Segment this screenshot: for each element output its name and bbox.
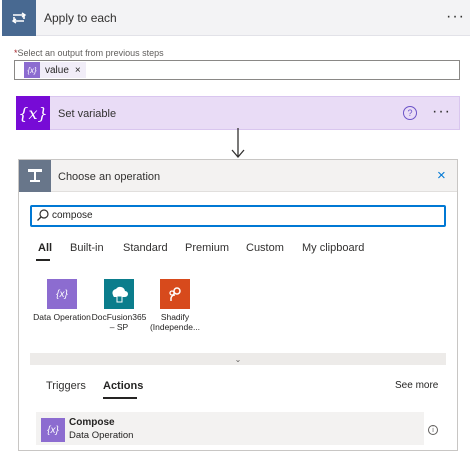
active-tab-indicator (103, 397, 137, 399)
tab-premium[interactable]: Premium (185, 242, 229, 254)
help-icon[interactable]: ? (403, 106, 417, 120)
search-value: compose (52, 210, 93, 221)
connector-docfusion[interactable]: DocFusion365 – SP (89, 279, 149, 332)
connector-label: DocFusion365 – SP (91, 312, 147, 332)
data-operation-icon: {x} (47, 279, 77, 309)
tab-standard[interactable]: Standard (123, 242, 168, 254)
loop-icon (2, 0, 36, 36)
tab-actions[interactable]: Actions (103, 380, 143, 392)
search-icon (37, 209, 49, 221)
shadify-icon (160, 279, 190, 309)
info-icon[interactable]: i (428, 425, 438, 435)
close-button[interactable]: × (437, 167, 446, 184)
data-operation-icon: {x} (41, 418, 65, 442)
set-variable-title: Set variable (58, 108, 117, 120)
active-tab-indicator (36, 259, 50, 261)
docfusion-icon (104, 279, 134, 309)
connector-label: Data Operation (33, 312, 91, 322)
see-more-link[interactable]: See more (395, 380, 438, 391)
operation-icon (19, 160, 51, 192)
tab-built-in[interactable]: Built-in (70, 242, 104, 254)
dynamic-content-token[interactable]: {x} value × (24, 62, 86, 78)
more-options-button[interactable]: ··· (432, 103, 451, 121)
variable-icon: {x} (16, 96, 50, 130)
action-name: Compose (69, 417, 115, 428)
chevron-down-icon: ⌄ (234, 354, 242, 364)
flow-arrow-icon (231, 128, 245, 158)
connector-label: Shadify (Independe... (149, 312, 201, 332)
output-field-label: *Select an output from previous steps (14, 48, 164, 58)
action-connector: Data Operation (69, 430, 134, 441)
tab-custom[interactable]: Custom (246, 242, 284, 254)
connector-data-operation[interactable]: {x} Data Operation (32, 279, 92, 322)
apply-to-each-title: Apply to each (44, 11, 117, 25)
remove-token-button[interactable]: × (75, 65, 81, 76)
output-label-text: Select an output from previous steps (17, 48, 164, 58)
tab-all[interactable]: All (38, 242, 52, 254)
connector-grid: {x} Data Operation DocFusion365 – SP Sha… (30, 262, 446, 354)
tab-triggers[interactable]: Triggers (46, 380, 86, 392)
connector-shadify[interactable]: Shadify (Independe... (145, 279, 205, 332)
tab-my-clipboard[interactable]: My clipboard (302, 242, 364, 254)
expand-connectors-button[interactable]: ⌄ (30, 353, 446, 365)
expression-icon: {x} (24, 62, 40, 78)
choose-operation-title: Choose an operation (58, 171, 161, 183)
more-options-button[interactable]: ··· (446, 8, 465, 26)
token-label: value (45, 64, 69, 76)
